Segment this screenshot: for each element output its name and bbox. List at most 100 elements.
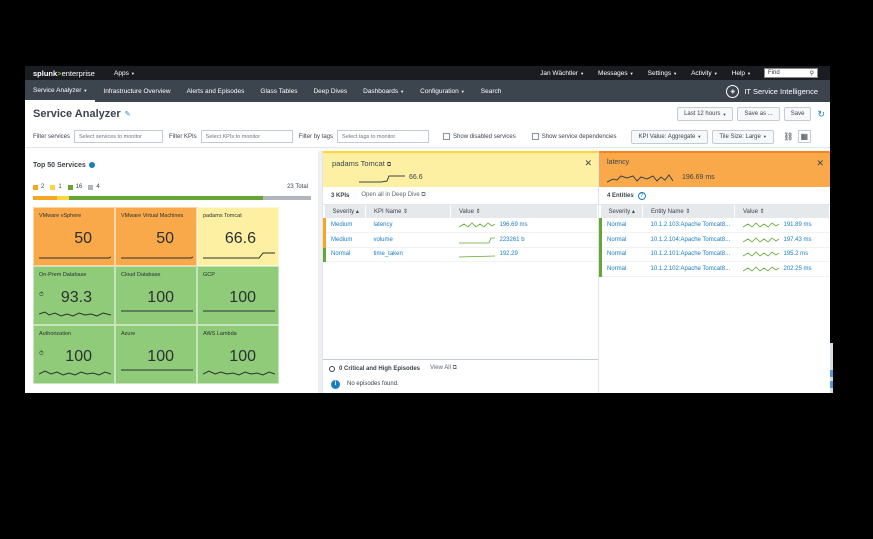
nav-deep-dives[interactable]: Deep Dives: [305, 80, 355, 102]
nav-glass-tables[interactable]: Glass Tables: [252, 80, 305, 102]
entity-summary-row: 4 Entities ?: [599, 187, 830, 205]
clock-icon: [329, 365, 335, 372]
service-tile[interactable]: On-Prem Database 93.3 ⏱: [33, 266, 115, 325]
table-row[interactable]: Normal time_taken 192.29: [323, 247, 598, 262]
entity-name-column-header[interactable]: Entity Name ⇕: [642, 205, 735, 218]
distribution-segment: [262, 196, 311, 200]
refresh-icon[interactable]: ↻: [817, 109, 825, 120]
distribution-segment: [69, 196, 263, 200]
table-row[interactable]: Normal 10.1.2.104:Apache Tomcat8... 197.43…: [599, 232, 830, 248]
save-button[interactable]: Save: [783, 107, 812, 121]
tile-size-dropdown[interactable]: Tile Size: Large ▼: [712, 129, 774, 144]
column-label: KPI Name: [374, 209, 402, 215]
table-row[interactable]: Medium volume 223261 b: [323, 232, 598, 248]
value-column-header[interactable]: Value ⇕: [450, 205, 598, 218]
service-tile[interactable]: VMware vSphere 50: [33, 207, 115, 266]
filter-kpis-input[interactable]: Select KPIs to monitor: [200, 130, 293, 143]
pencil-icon[interactable]: ✎: [125, 110, 131, 118]
nav-service-analyzer[interactable]: Service Analyzer ▼: [25, 80, 96, 102]
service-tile-value: 100: [147, 348, 174, 365]
name-cell[interactable]: 10.1.2.103:Apache Tomcat8...: [642, 218, 735, 233]
chevron-down-icon: ▼: [130, 70, 135, 76]
table-row[interactable]: Normal 10.1.2.103:Apache Tomcat8... 191.89…: [599, 218, 830, 233]
nav-dashboards[interactable]: Dashboards ▼: [355, 80, 412, 102]
severity-cell: Normal: [323, 247, 366, 262]
nav-label: Configuration: [420, 87, 459, 95]
name-cell[interactable]: 10.1.2.102:Apache Tomcat8...: [642, 261, 735, 277]
view-all-label: View All: [430, 365, 451, 371]
row-sparkline: [742, 237, 779, 243]
severity-column-header[interactable]: Severity ▴: [324, 205, 366, 218]
severity-column-header[interactable]: Severity ▴: [600, 205, 643, 218]
service-tile[interactable]: AWS Lambda 100: [197, 325, 279, 384]
name-cell[interactable]: 10.1.2.104:Apache Tomcat8...: [642, 232, 735, 248]
filter-services-input[interactable]: Select services to monitor: [74, 130, 164, 143]
service-tile-name: Azure: [121, 331, 136, 337]
nav-search[interactable]: Search: [473, 80, 510, 102]
table-row[interactable]: Normal 10.1.2.101:Apache Tomcat8... 195.2 …: [599, 247, 830, 262]
filter-kpis-label: Filter KPIs: [169, 133, 197, 140]
filter-tags-label: Filter by tags: [298, 133, 334, 140]
name-cell[interactable]: latency: [365, 218, 451, 233]
service-tile[interactable]: VMware Virtual Machines 50: [115, 207, 197, 266]
name-cell[interactable]: 10.1.2.101:Apache Tomcat8...: [642, 247, 735, 262]
show-dependencies-checkbox[interactable]: Show service dependencies: [531, 133, 616, 140]
info-icon[interactable]: [88, 162, 95, 169]
legend-item: 4: [88, 184, 100, 190]
close-icon[interactable]: ✕: [584, 158, 592, 169]
help-label: Help: [731, 69, 746, 77]
service-title[interactable]: padams Tomcat ⧉: [332, 159, 391, 169]
nav-infrastructure-overview[interactable]: Infrastructure Overview: [95, 80, 178, 102]
episodes-section: 0 Critical and High Episodes View All ⧉ …: [323, 359, 598, 391]
time-range-label: Last 12 hours: [684, 111, 721, 117]
name-cell[interactable]: time_taken: [365, 247, 451, 262]
value-column-header[interactable]: Value ⇕: [734, 205, 830, 218]
show-disabled-checkbox[interactable]: Show disabled services: [443, 133, 516, 140]
tree-view-icon[interactable]: ⛓: [782, 130, 795, 143]
find-input[interactable]: Find ⚲: [764, 68, 818, 78]
kpi-header: latency ✕ 196.69 ms: [599, 151, 830, 187]
kpi-name-column-header[interactable]: KPI Name ⇕: [365, 205, 451, 218]
value-text: 192.29: [499, 251, 518, 258]
kpi-value-dropdown[interactable]: KPI Value: Aggregate ▼: [631, 129, 709, 144]
chevron-down-icon: ▼: [747, 70, 751, 76]
save-as-button[interactable]: Save as ...: [737, 107, 780, 121]
external-link-icon[interactable]: ⧉: [387, 162, 391, 168]
settings-menu[interactable]: Settings ▼: [641, 70, 684, 77]
time-range-picker[interactable]: Last 12 hours ▼: [677, 107, 734, 121]
table-row[interactable]: Normal 10.1.2.102:Apache Tomcat8... 202.25…: [599, 261, 830, 277]
top-services-panel: Top 50 Services 2 1 16 4 23 Total VMware vS…: [25, 151, 318, 393]
service-detail-panel: padams Tomcat ⧉ ✕ 66.6 3 KPIs Open all in…: [322, 151, 598, 393]
view-all-link[interactable]: View All ⧉: [430, 365, 457, 372]
column-label: Value: [459, 209, 474, 215]
service-tile-sparkline: [121, 310, 193, 312]
close-icon[interactable]: ✕: [816, 158, 824, 169]
nav-alerts-episodes[interactable]: Alerts and Episodes: [179, 80, 253, 102]
user-menu[interactable]: Jan Wächtler ▼: [533, 70, 591, 77]
value-cell: 196.69 ms: [450, 218, 598, 233]
open-deep-dive-link[interactable]: Open all in Deep Dive ⧉: [361, 192, 425, 199]
severity-cell: Normal: [599, 261, 643, 277]
table-row[interactable]: Medium latency 196.69 ms: [323, 218, 598, 233]
service-tile[interactable]: padams Tomcat 66.6: [197, 207, 279, 266]
service-tile[interactable]: Authorization 100 ⏱: [33, 325, 115, 384]
nav-label: Service Analyzer: [33, 86, 82, 94]
service-tile[interactable]: GCP 100: [197, 266, 279, 325]
filter-tags-input[interactable]: Select tags to monitor: [337, 130, 430, 143]
chevron-down-icon: ▼: [722, 111, 727, 117]
grid-view-icon[interactable]: ▦: [797, 130, 811, 143]
episodes-title: 0 Critical and High Episodes: [339, 365, 421, 372]
activity-menu[interactable]: Activity ▼: [684, 70, 725, 77]
nav-configuration[interactable]: Configuration ▼: [412, 80, 473, 102]
name-cell[interactable]: volume: [365, 232, 451, 248]
help-icon[interactable]: ?: [637, 191, 646, 200]
messages-menu[interactable]: Messages ▼: [591, 70, 641, 77]
value-cell: 191.89 ms: [734, 218, 830, 233]
service-tile[interactable]: Azure 100: [115, 325, 197, 384]
splunk-logo[interactable]: splunk>enterprise: [25, 69, 107, 78]
service-tile[interactable]: Cloud Database 100: [115, 266, 197, 325]
chevron-down-icon: ▼: [400, 88, 405, 94]
help-menu[interactable]: Help ▼: [725, 70, 758, 77]
apps-menu[interactable]: Apps ▼: [107, 70, 142, 77]
legend-swatch: [50, 184, 56, 190]
